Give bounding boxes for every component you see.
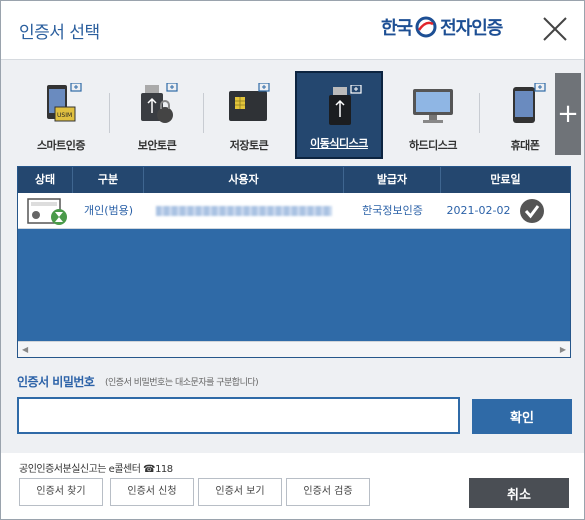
column-header-expiry[interactable]: 만료일 [441,167,570,193]
column-header-type[interactable]: 구분 [73,167,144,193]
more-storage-button[interactable]: + [555,73,581,155]
svg-text:USIM: USIM [57,112,72,119]
lost-cert-notice: 공인인증서분실신고는 e콜센터 ☎118 [19,464,173,475]
divider [203,93,204,133]
scroll-left-icon[interactable]: ◀ [22,345,28,354]
smartphone-usim-icon: USIM [47,83,82,122]
cert-user-redacted [156,206,332,216]
horizontal-scrollbar[interactable]: ◀ ▶ [18,341,570,357]
password-input[interactable] [17,397,460,434]
certificate-dialog: 인증서 선택 한국 전자인증 USIM 스마트인증 보안토큰 저장토큰 이동식디… [0,0,585,520]
storage-label: 보안토큰 [137,139,177,152]
certificate-table: 상태 구분 사용자 발급자 만료일 개인(범용) 한국정보인증 2021-02-… [17,166,571,358]
monitor-icon [413,89,453,123]
usb-lock-icon [141,83,178,123]
storage-label: 저장토큰 [229,139,269,152]
cancel-button[interactable]: 취소 [469,478,569,508]
brand-text-left: 한국 [381,18,413,39]
cert-type: 개인(범용) [83,204,134,217]
divider [109,93,110,133]
storage-smart-cert[interactable]: USIM 스마트인증 [17,71,105,159]
password-hint: (인증서 비밀번호는 대소문자를 구분합니다) [105,378,259,388]
storage-save-token[interactable]: 저장토큰 [205,71,293,159]
table-header: 상태 구분 사용자 발급자 만료일 [18,167,570,193]
storage-label: 이동식디스크 [310,137,368,150]
storage-hard-disk[interactable]: 하드디스크 [389,71,477,159]
close-icon[interactable] [541,15,569,43]
token-card-icon [229,83,270,121]
cert-issuer: 한국정보인증 [362,204,423,217]
column-header-user[interactable]: 사용자 [144,167,344,193]
apply-certificate-button[interactable]: 인증서 신청 [110,478,194,506]
mobile-phone-icon [513,83,546,123]
table-row[interactable]: 개인(범용) 한국정보인증 2021-02-02 [18,193,570,229]
brand-emblem-icon [415,16,437,38]
storage-label: 하드디스크 [408,139,458,152]
column-header-issuer[interactable]: 발급자 [344,167,441,193]
scroll-right-icon[interactable]: ▶ [560,345,566,354]
column-header-status[interactable]: 상태 [18,167,73,193]
find-certificate-button[interactable]: 인증서 찾기 [19,478,103,506]
storage-label: 스마트인증 [36,139,86,152]
storage-selector: USIM 스마트인증 보안토큰 저장토큰 이동식디스크 하드디스크 휴대폰 [17,71,557,159]
storage-security-token[interactable]: 보안토큰 [113,71,201,159]
certificate-status-icon [27,198,67,225]
brand-text-right: 전자인증 [440,18,503,39]
usb-drive-icon [329,85,362,125]
divider [479,93,480,133]
verify-certificate-button[interactable]: 인증서 검증 [286,478,370,506]
storage-removable-disk[interactable]: 이동식디스크 [295,71,383,159]
brand-logo: 한국 전자인증 [381,11,503,43]
cert-expiry: 2021-02-02 [446,204,511,217]
dialog-title: 인증서 선택 [19,23,100,43]
view-certificate-button[interactable]: 인증서 보기 [198,478,282,506]
valid-check-icon [520,199,544,223]
password-label: 인증서 비밀번호 [17,375,95,389]
confirm-button[interactable]: 확인 [472,399,572,434]
